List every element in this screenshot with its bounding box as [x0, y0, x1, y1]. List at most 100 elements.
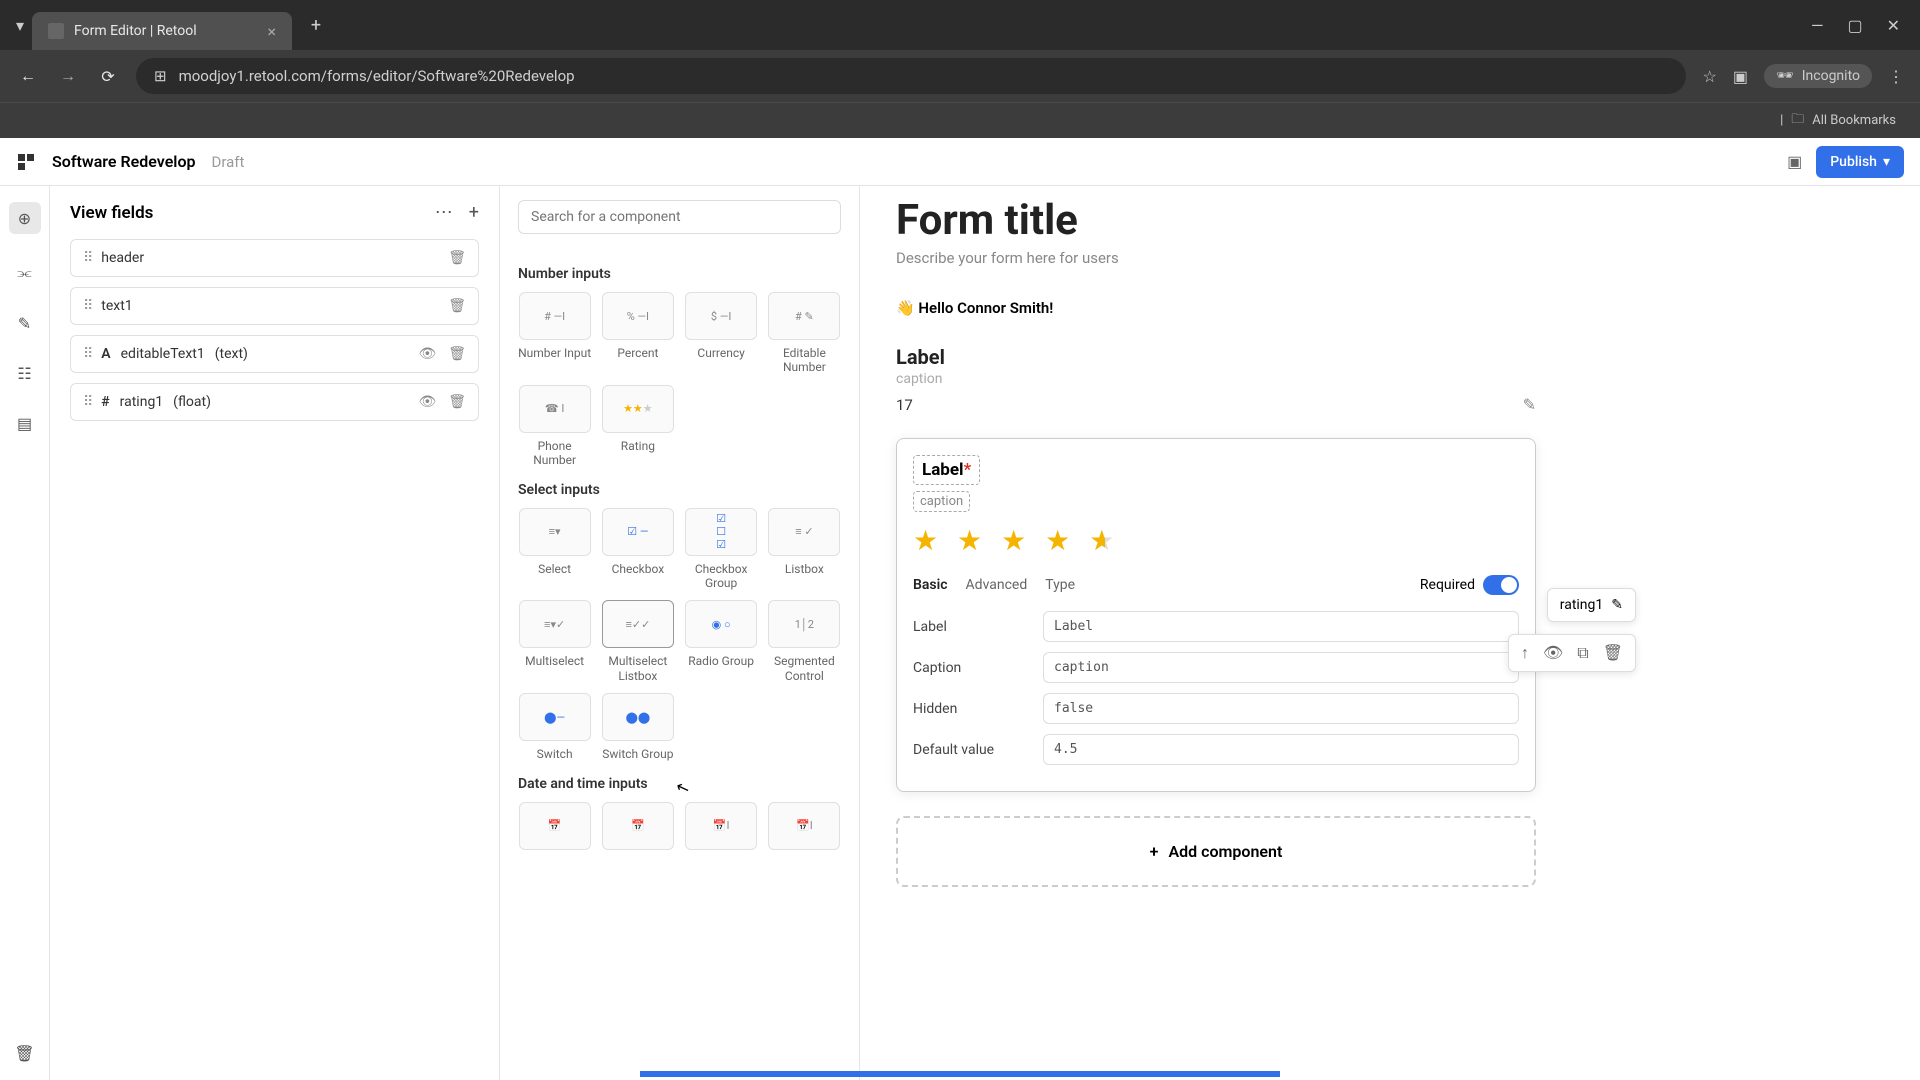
- all-bookmarks-link[interactable]: All Bookmarks: [1812, 113, 1896, 128]
- field-row-rating1[interactable]: ⠿ # rating1 (float) 👁 🗑: [70, 383, 479, 421]
- preview-icon[interactable]: ▣: [1787, 152, 1802, 171]
- comp-currency[interactable]: $ —ICurrency: [685, 292, 758, 375]
- delete-icon[interactable]: 🗑: [448, 298, 466, 314]
- rail-share-icon[interactable]: ⫘: [14, 262, 36, 284]
- rating-stars[interactable]: ★ ★ ★ ★ ★: [913, 524, 1519, 557]
- hide-icon[interactable]: 👁: [418, 394, 436, 410]
- fields-panel: View fields ⋯ + ⠿ header 🗑 ⠿ text1 🗑 ⠿ A…: [50, 186, 500, 1080]
- prop-hidden-input[interactable]: [1043, 693, 1519, 724]
- selected-caption-chip[interactable]: caption: [913, 491, 970, 512]
- comp-switch-group[interactable]: ⬤⬤Switch Group: [601, 693, 674, 761]
- move-up-icon[interactable]: ↑: [1521, 643, 1529, 663]
- reload-button[interactable]: ⟳: [96, 64, 120, 88]
- add-component-button[interactable]: + Add component: [896, 816, 1536, 887]
- required-toggle[interactable]: [1483, 575, 1519, 595]
- url-text: moodjoy1.retool.com/forms/editor/Softwar…: [179, 67, 575, 85]
- prop-label-input[interactable]: [1043, 611, 1519, 642]
- delete-icon[interactable]: 🗑: [1603, 643, 1623, 663]
- comp-checkbox[interactable]: ☑ —Checkbox: [601, 508, 674, 591]
- comp-rating[interactable]: ★★★Rating: [601, 385, 674, 468]
- tab-advanced[interactable]: Advanced: [966, 573, 1028, 597]
- comp-phone-number[interactable]: ☎ IPhone Number: [518, 385, 591, 468]
- delete-icon[interactable]: 🗑: [448, 250, 466, 266]
- prop-hidden-label: Hidden: [913, 701, 1043, 717]
- delete-icon[interactable]: 🗑: [448, 394, 466, 410]
- window-maximize-icon[interactable]: ▢: [1847, 16, 1862, 35]
- drag-handle-icon[interactable]: ⠿: [83, 346, 91, 362]
- browser-menu-icon[interactable]: ⋮: [1888, 67, 1904, 86]
- site-info-icon[interactable]: ⊞: [154, 67, 167, 85]
- comp-date-2[interactable]: 📅: [601, 802, 674, 850]
- bookmarks-bar: | 🗀 All Bookmarks: [0, 102, 1920, 138]
- comp-listbox[interactable]: ≡ ✓Listbox: [768, 508, 841, 591]
- tab-type[interactable]: Type: [1045, 573, 1075, 597]
- rail-database-icon[interactable]: ☷: [14, 362, 36, 384]
- comp-radio-group[interactable]: ◉ ○Radio Group: [685, 600, 758, 683]
- selected-label-chip[interactable]: Label*: [913, 455, 980, 485]
- field-row-header[interactable]: ⠿ header 🗑: [70, 239, 479, 277]
- edit-pencil-icon[interactable]: ✎: [1523, 395, 1536, 414]
- tab-close-icon[interactable]: ×: [267, 22, 276, 41]
- drag-handle-icon[interactable]: ⠿: [83, 250, 91, 266]
- window-close-icon[interactable]: ✕: [1887, 16, 1900, 35]
- comp-switch[interactable]: ⬤—Switch: [518, 693, 591, 761]
- section-select-inputs: Select inputs: [518, 482, 841, 498]
- publish-button[interactable]: Publish ▾: [1816, 146, 1904, 178]
- form-description[interactable]: Describe your form here for users: [896, 249, 1536, 267]
- field-row-editabletext1[interactable]: ⠿ A editableText1 (text) 👁 🗑: [70, 335, 479, 373]
- comp-select[interactable]: ≡▾Select: [518, 508, 591, 591]
- browser-tab-strip: ▾ Form Editor | Retool × + — ▢ ✕: [0, 0, 1920, 50]
- window-minimize-icon[interactable]: —: [1811, 16, 1824, 35]
- app-header: Software Redevelop Draft ▣ Publish ▾: [0, 138, 1920, 186]
- prop-default-input[interactable]: [1043, 734, 1519, 765]
- comp-multiselect-listbox[interactable]: ≡✓✓Multiselect Listbox: [601, 600, 674, 683]
- block-caption: caption: [896, 371, 1536, 387]
- new-tab-button[interactable]: +: [300, 9, 332, 41]
- browser-tab[interactable]: Form Editor | Retool ×: [32, 12, 292, 50]
- form-title[interactable]: Form title: [896, 196, 1536, 245]
- rail-trash-icon[interactable]: 🗑: [14, 1042, 36, 1064]
- back-button[interactable]: ←: [16, 64, 40, 88]
- editable-text-block[interactable]: Label caption 17 ✎: [896, 345, 1536, 414]
- comp-multiselect[interactable]: ≡▾✓Multiselect: [518, 600, 591, 683]
- rail-brush-icon[interactable]: ✎: [14, 312, 36, 334]
- prop-caption-input[interactable]: [1043, 652, 1519, 683]
- extensions-icon[interactable]: ▣: [1733, 67, 1748, 86]
- address-bar[interactable]: ⊞ moodjoy1.retool.com/forms/editor/Softw…: [136, 58, 1686, 94]
- hide-icon[interactable]: 👁: [418, 346, 436, 362]
- hide-icon[interactable]: 👁: [1543, 643, 1563, 663]
- forward-button[interactable]: →: [56, 64, 80, 88]
- comp-checkbox-group[interactable]: ☑☐☑Checkbox Group: [685, 508, 758, 591]
- field-type: (float): [173, 394, 211, 410]
- comp-date-1[interactable]: 📅: [518, 802, 591, 850]
- bottom-progress-bar: [640, 1071, 1280, 1077]
- form-canvas: Form title Describe your form here for u…: [860, 186, 1920, 1080]
- comp-date-3[interactable]: 📅I: [685, 802, 758, 850]
- comp-editable-number[interactable]: # ✎Editable Number: [768, 292, 841, 375]
- rail-page-icon[interactable]: ▤: [14, 412, 36, 434]
- comp-date-4[interactable]: 📅I: [768, 802, 841, 850]
- fields-add-icon[interactable]: +: [469, 202, 479, 223]
- component-picker-panel: Number inputs # —INumber Input % —IPerce…: [500, 186, 860, 1080]
- field-row-text1[interactable]: ⠿ text1 🗑: [70, 287, 479, 325]
- prop-label-label: Label: [913, 619, 1043, 635]
- selected-rating-field[interactable]: Label* caption ★ ★ ★ ★ ★ Basic Advanced …: [896, 438, 1536, 792]
- tab-basic[interactable]: Basic: [913, 573, 948, 597]
- drag-handle-icon[interactable]: ⠿: [83, 298, 91, 314]
- edit-icon[interactable]: ✎: [1611, 597, 1623, 613]
- bookmark-star-icon[interactable]: ☆: [1702, 67, 1716, 86]
- delete-icon[interactable]: 🗑: [448, 346, 466, 362]
- comp-number-input[interactable]: # —INumber Input: [518, 292, 591, 375]
- tab-dropdown[interactable]: ▾: [8, 11, 32, 39]
- drag-handle-icon[interactable]: ⠿: [83, 394, 91, 410]
- fields-more-icon[interactable]: ⋯: [435, 202, 453, 223]
- inspector-name-chip[interactable]: rating1 ✎: [1547, 588, 1636, 622]
- chevron-down-icon: ▾: [1883, 154, 1890, 170]
- comp-segmented-control[interactable]: 1│2Segmented Control: [768, 600, 841, 683]
- comp-percent[interactable]: % —IPercent: [601, 292, 674, 375]
- duplicate-icon[interactable]: ⧉: [1577, 643, 1588, 663]
- rail-add-icon[interactable]: ⊕: [9, 202, 41, 234]
- prop-default-label: Default value: [913, 742, 1043, 758]
- component-search-input[interactable]: [518, 200, 841, 234]
- draft-status: Draft: [212, 153, 245, 171]
